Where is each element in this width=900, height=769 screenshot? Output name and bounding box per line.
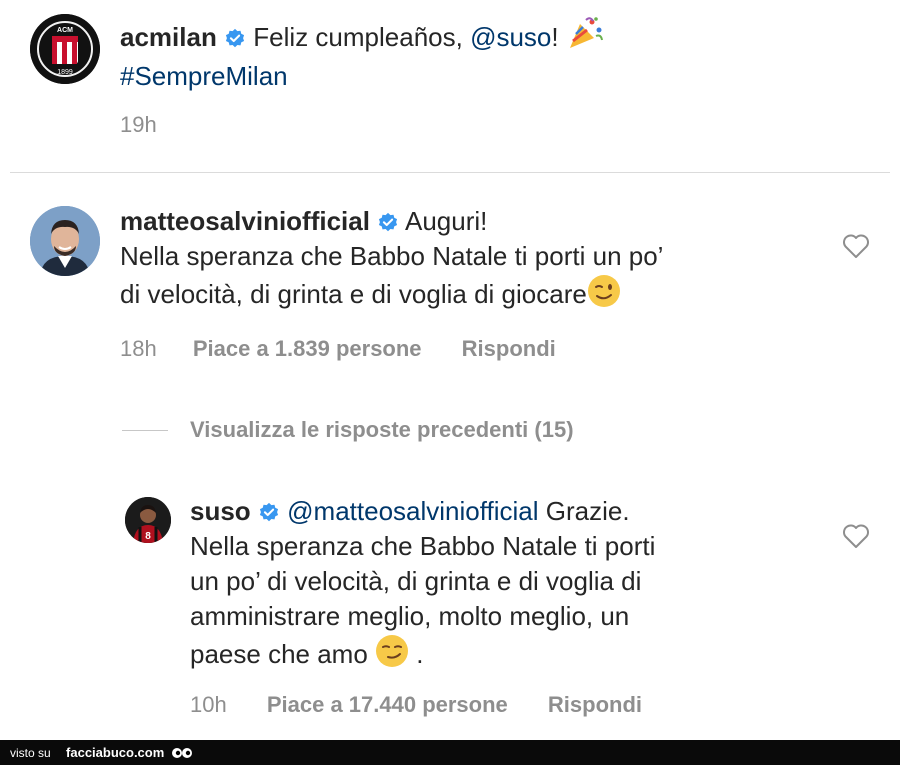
reply1-line5-end: . [416,639,424,669]
post-hashtag[interactable]: #SempreMilan [120,61,288,91]
watermark-eyes-icon [171,744,193,769]
comment1-body: matteosalviniofficial Auguri! Nella sper… [120,204,800,317]
post-text: Feliz cumpleaños, [253,22,463,52]
person-avatar-icon [30,206,100,276]
comment1-line2: Nella speranza che Babbo Natale ti porti… [120,241,664,271]
comment1-like-heart-icon[interactable] [842,233,870,264]
reply1-time: 10h [190,692,227,717]
comment1-username[interactable]: matteosalviniofficial [120,206,370,236]
reply1-reply-button[interactable]: Rispondi [548,692,642,717]
milan-crest-icon: ACM 1899 [30,14,100,84]
post-caption: acmilan Feliz cumpleaños, @suso! #Sempre… [120,16,760,94]
matteosalvini-avatar[interactable] [30,206,100,276]
comment1-reply-button[interactable]: Rispondi [462,336,556,361]
reply1-username[interactable]: suso [190,496,251,526]
svg-text:ACM: ACM [57,27,73,34]
comment1-meta: 18h Piace a 1.839 persone Rispondi [120,336,556,362]
reply1-line2: Nella speranza che Babbo Natale ti porti [190,531,656,561]
comment1-first-line: Auguri! [405,206,488,236]
party-popper-icon [566,16,604,59]
reply1-line4: amministrare meglio, molto meglio, un [190,601,630,631]
reply1-meta: 10h Piace a 17.440 persone Rispondi [190,692,642,718]
smirking-face-icon [375,634,409,677]
view-replies-button[interactable]: Visualizza le risposte precedenti (15) [190,417,574,443]
post-username[interactable]: acmilan [120,22,217,52]
reply1-first-word: Grazie. [545,496,630,526]
reply1-body: suso @matteosalviniofficial Grazie. Nell… [190,494,810,677]
player-avatar-icon: 8 [125,497,171,543]
winking-face-icon [587,274,621,317]
watermark-site[interactable]: facciabuco.com [66,745,164,760]
verified-badge-icon [379,213,398,232]
view-replies-line [122,430,168,431]
suso-avatar[interactable]: 8 [125,497,171,543]
post-mention[interactable]: @suso [470,22,551,52]
post-divider [10,172,890,173]
acmilan-avatar[interactable]: ACM 1899 [30,14,100,84]
verified-badge-icon [259,503,278,522]
comment1-likes[interactable]: Piace a 1.839 persone [193,336,422,361]
watermark-prefix: visto su [10,746,51,760]
svg-text:1899: 1899 [57,69,73,76]
reply1-likes[interactable]: Piace a 17.440 persone [267,692,508,717]
reply1-line3: un po’ di velocità, di grinta e di vogli… [190,566,642,596]
post-time: 19h [120,112,157,137]
reply1-like-heart-icon[interactable] [842,523,870,554]
comment1-line3: di velocità, di grinta e di voglia di gi… [120,279,587,309]
reply1-mention[interactable]: @matteosalviniofficial [287,496,538,526]
watermark-bar: visto su facciabuco.com [0,740,900,765]
post-exclaim: ! [551,22,559,52]
reply1-line5: paese che amo [190,639,368,669]
verified-badge-icon [225,29,245,48]
svg-text:8: 8 [145,531,151,542]
comment1-time: 18h [120,336,157,361]
